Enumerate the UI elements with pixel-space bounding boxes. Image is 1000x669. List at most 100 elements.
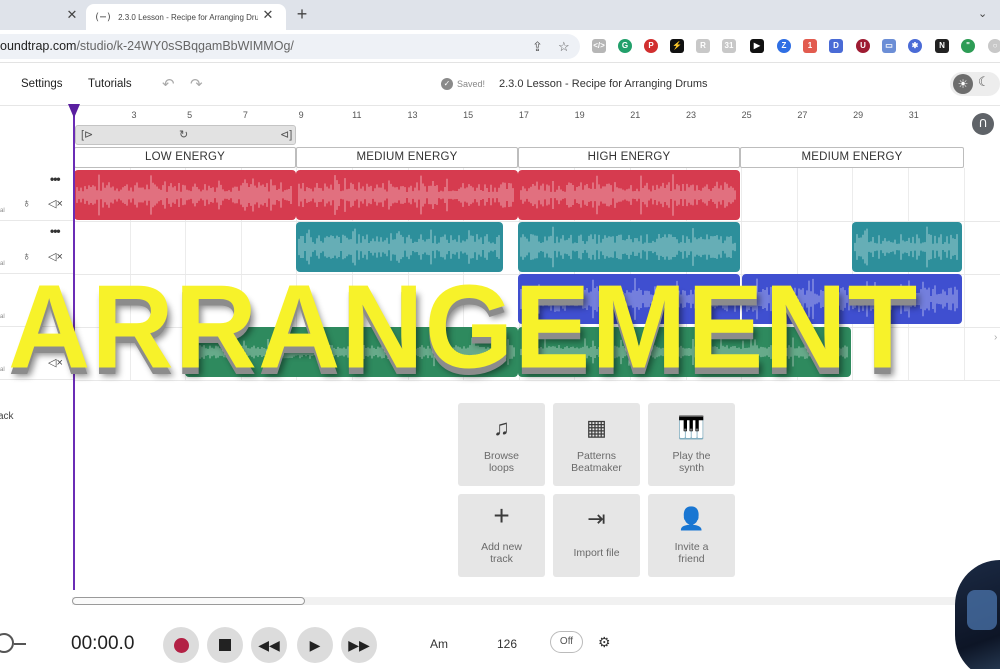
track-menu-icon[interactable]: ••• — [50, 224, 61, 238]
card-label: track — [490, 553, 513, 565]
invite-friend-card[interactable]: 👤 Invite a friend — [648, 494, 735, 577]
gear-icon[interactable]: ⚙ — [598, 634, 611, 651]
ruler-tick-label: 13 — [407, 110, 418, 120]
bookmark-star-icon[interactable]: ☆ — [558, 39, 570, 55]
rewind-icon: ◀◀ — [258, 637, 280, 653]
webcam-highlight — [967, 590, 997, 630]
close-icon[interactable]: ✕ — [260, 7, 276, 23]
rewind-button[interactable]: ◀◀ — [251, 627, 287, 663]
add-track-label[interactable]: ack — [0, 411, 14, 422]
tab-title: 2.3.0 Lesson - Recipe for Arranging Drum… — [118, 12, 259, 22]
chevron-right-icon[interactable]: › — [994, 332, 997, 343]
loop-cycle-icon[interactable]: ↻ — [179, 128, 188, 141]
track-header[interactable]: ••• ♁ ◁× al — [0, 168, 74, 221]
theme-toggle[interactable]: ☀ ☾ — [950, 72, 1000, 96]
extension-screen-icon[interactable]: ▭ — [882, 39, 896, 53]
extension-badge-icon[interactable]: 1 — [803, 39, 817, 53]
section-marker[interactable]: HIGH ENERGY — [518, 147, 740, 168]
track-menu-icon[interactable]: ••• — [50, 172, 61, 186]
extension-d-icon[interactable]: D — [829, 39, 843, 53]
drum-pads-icon: ▦ — [586, 415, 607, 440]
import-file-card[interactable]: ⇥ Import file — [553, 494, 640, 577]
plus-icon: + — [493, 500, 510, 531]
volume-slider-track[interactable] — [14, 643, 26, 645]
extension-zoom-icon[interactable]: Z — [777, 39, 791, 53]
import-icon: ⇥ — [587, 506, 606, 531]
add-new-track-card[interactable]: + Add new track — [458, 494, 545, 577]
extension-bolt-icon[interactable]: ⚡ — [670, 39, 684, 53]
play-synth-card[interactable]: 🎹 Play the synth — [648, 403, 735, 486]
playhead-handle[interactable] — [68, 104, 80, 118]
fast-forward-icon: ▶▶ — [348, 637, 370, 653]
check-icon: ✓ — [441, 78, 453, 90]
ruler-tick-label: 25 — [741, 110, 752, 120]
headphones-icon[interactable]: ♁ — [22, 196, 31, 210]
loop-end-handle-icon[interactable]: ⊲] — [280, 128, 292, 141]
headphone-sync-icon[interactable]: ᑎ — [972, 113, 994, 135]
share-icon[interactable]: ⇪ — [532, 39, 543, 55]
card-label: Invite a — [674, 541, 709, 553]
chevron-down-icon[interactable]: ⌄ — [978, 7, 987, 20]
metronome-toggle[interactable]: Off — [550, 631, 583, 653]
horizontal-scrollbar[interactable] — [72, 597, 1000, 605]
audio-clip[interactable] — [296, 170, 518, 220]
play-button[interactable]: ▶ — [297, 627, 333, 663]
piano-keys-icon: 🎹 — [677, 415, 706, 440]
new-tab-button[interactable]: + — [292, 4, 312, 25]
browser-tab-active[interactable]: (⋯) 2.3.0 Lesson - Recipe for Arranging … — [86, 4, 286, 30]
section-marker[interactable]: LOW ENERGY — [74, 147, 296, 168]
extension-play-icon[interactable]: ▶ — [750, 39, 764, 53]
timeline-ruler[interactable]: 3 5 7 9 11 13 15 17 19 21 23 25 27 29 31 — [74, 106, 1000, 124]
redo-icon[interactable]: ↷ — [190, 75, 203, 93]
extension-reader-icon[interactable]: R — [696, 39, 710, 53]
waveform — [298, 175, 514, 215]
ruler-tick-label: 21 — [630, 110, 641, 120]
extension-search-icon[interactable]: ○ — [988, 39, 1000, 53]
audio-clip[interactable] — [74, 170, 296, 220]
key-selector[interactable]: Am — [430, 637, 448, 651]
sun-icon[interactable]: ☀ — [953, 74, 973, 94]
undo-icon[interactable]: ↶ — [162, 75, 175, 93]
studio-header: Settings Tutorials ↶ ↷ ✓ Saved! 2.3.0 Le… — [0, 64, 1000, 106]
add-person-icon: 👤 — [677, 506, 706, 531]
extension-u-icon[interactable]: U — [856, 39, 870, 53]
ruler-tick-label: 5 — [187, 110, 193, 120]
card-label: Import file — [573, 547, 620, 559]
browser-tab-previous[interactable]: ✕ — [0, 4, 84, 30]
stop-button[interactable] — [207, 627, 243, 663]
card-label: Add new — [481, 541, 522, 553]
record-button[interactable] — [163, 627, 199, 663]
ruler-tick-label: 9 — [298, 110, 304, 120]
loop-start-handle-icon[interactable]: [⊳ — [81, 128, 93, 141]
ruler-tick-label: 23 — [685, 110, 697, 120]
tempo-field[interactable]: 126 — [497, 637, 517, 651]
extension-calendar-icon[interactable]: 31 — [722, 39, 736, 53]
music-note-icon: ♫ — [493, 415, 510, 440]
extension-notion-icon[interactable]: N — [935, 39, 949, 53]
extension-grammarly-icon[interactable]: G — [618, 39, 632, 53]
mute-icon[interactable]: ◁× — [48, 197, 63, 210]
patterns-beatmaker-card[interactable]: ▦ Patterns Beatmaker — [553, 403, 640, 486]
scrollbar-thumb[interactable] — [72, 597, 305, 605]
fast-forward-button[interactable]: ▶▶ — [341, 627, 377, 663]
settings-menu[interactable]: Settings — [21, 78, 63, 90]
section-marker[interactable]: MEDIUM ENERGY — [296, 147, 518, 168]
ruler-tick-label: 15 — [463, 110, 474, 120]
browse-loops-card[interactable]: ♫ Browse loops — [458, 403, 545, 486]
url-text[interactable]: oundtrap.com/studio/k-24WY0sSBqgamBbWIMM… — [0, 39, 294, 53]
play-icon: ▶ — [309, 637, 321, 653]
close-icon[interactable]: ✕ — [64, 7, 80, 23]
stop-icon — [219, 639, 231, 652]
audio-clip[interactable] — [518, 170, 740, 220]
loop-region[interactable]: [⊳ ↻ ⊲] — [75, 125, 296, 145]
extension-sparkle-icon[interactable]: ✱ — [908, 39, 922, 53]
section-marker[interactable]: MEDIUM ENERGY — [740, 147, 964, 168]
tutorials-menu[interactable]: Tutorials — [88, 78, 132, 90]
overlay-title: ARRANGEMENT — [8, 261, 919, 394]
master-volume-knob[interactable] — [0, 633, 14, 653]
moon-icon[interactable]: ☾ — [978, 74, 990, 90]
extension-quote-icon[interactable]: " — [961, 39, 975, 53]
project-title[interactable]: 2.3.0 Lesson - Recipe for Arranging Drum… — [499, 78, 708, 90]
extension-pinterest-icon[interactable]: P — [644, 39, 658, 53]
extension-code-icon[interactable]: </> — [592, 39, 606, 53]
